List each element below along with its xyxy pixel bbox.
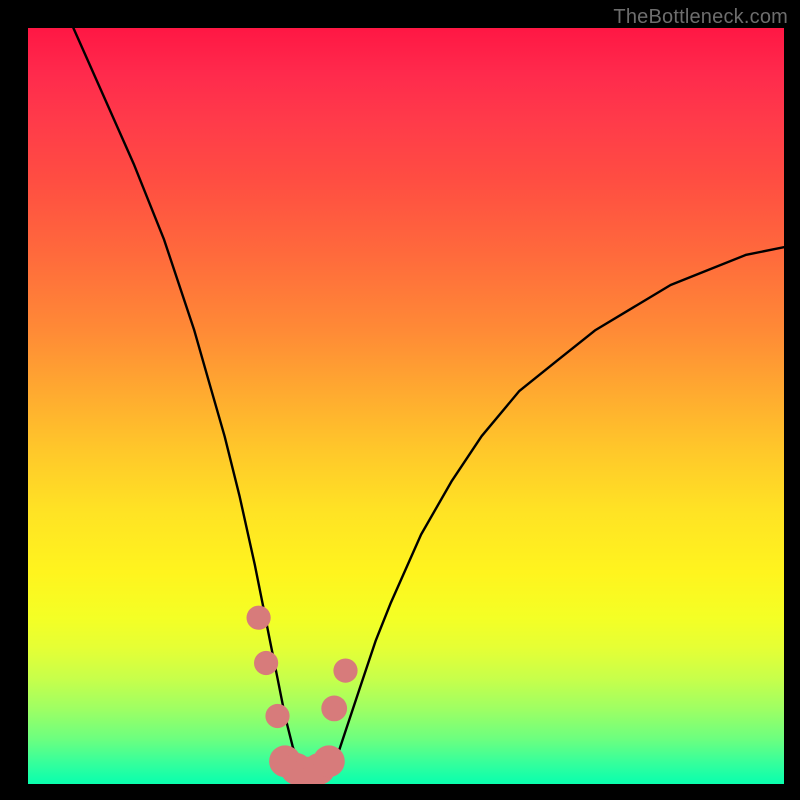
curve-marker <box>247 606 271 630</box>
chart-frame: TheBottleneck.com <box>0 0 800 800</box>
curve-marker <box>333 659 357 683</box>
curve-layer <box>28 28 784 784</box>
curve-marker <box>265 704 289 728</box>
curve-markers <box>247 606 358 784</box>
watermark-text: TheBottleneck.com <box>613 6 788 29</box>
curve-marker <box>313 745 345 777</box>
plot-area <box>28 28 784 784</box>
curve-marker <box>321 696 347 722</box>
bottleneck-curve <box>73 28 784 776</box>
curve-marker <box>254 651 278 675</box>
